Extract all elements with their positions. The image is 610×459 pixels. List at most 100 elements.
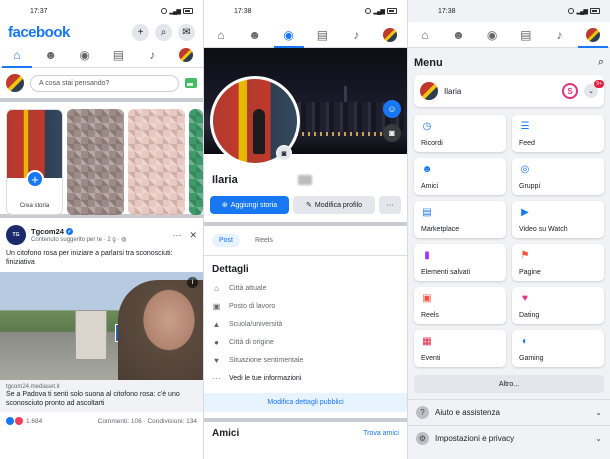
post-stats: 1.684 Commenti: 106 · Condivisioni: 134 <box>0 412 203 430</box>
feed-icon: ☰ <box>520 120 530 132</box>
avatar-edit-icon[interactable]: ☺ <box>383 100 401 118</box>
bookmark-icon: ▮ <box>424 249 430 261</box>
story-card[interactable] <box>189 109 203 215</box>
menu-tile-ricordi[interactable]: ◷ Ricordi <box>414 115 506 152</box>
avatar[interactable] <box>6 74 24 92</box>
close-icon[interactable]: ✕ <box>189 230 197 241</box>
detail-school[interactable]: ▲ Scuola/università <box>204 315 407 333</box>
create-story-label: Crea storia <box>19 203 50 209</box>
edit-profile-button[interactable]: ✎ Modifica profilo <box>293 196 375 214</box>
menu-nav-icon[interactable] <box>578 25 609 48</box>
plus-icon: + <box>26 170 44 188</box>
verified-icon: ✓ <box>65 228 73 235</box>
chevron-down-icon[interactable]: ⌄ 9+ <box>584 80 604 98</box>
add-story-button[interactable]: ⊕ Aggiungi storia <box>210 196 289 214</box>
profile-nav-icon[interactable]: ◉ <box>273 25 304 48</box>
menu-tile-reels[interactable]: ▣ Reels <box>414 287 506 324</box>
menu-tile-feed[interactable]: ☰ Feed <box>512 115 604 152</box>
friends-title: Amici <box>212 428 240 439</box>
marketplace-nav-icon[interactable]: ▤ <box>311 25 333 45</box>
profile-actions: ⊕ Aggiungi storia ✎ Modifica profilo ··· <box>204 192 407 226</box>
signal-icon: ▂▄▆ <box>169 8 182 15</box>
menu-tile-gaming[interactable]: ◐ Gaming <box>512 330 604 367</box>
s-badge-icon[interactable]: S <box>562 83 578 99</box>
more-button[interactable]: Altro... <box>414 375 604 393</box>
menu-tile-pages[interactable]: ⚑ Pagine <box>512 244 604 281</box>
post-composer: A cosa stai pensando? <box>0 68 203 102</box>
facebook-logo: facebook <box>8 23 70 41</box>
profile-nav-icon[interactable]: ◉ <box>481 25 503 45</box>
notifications-icon[interactable]: ♪ <box>141 45 163 65</box>
tgcom24-logo[interactable]: TG <box>6 225 26 245</box>
menu-tile-video[interactable]: ▶ Video su Watch <box>512 201 604 238</box>
comments-count[interactable]: Commenti: 106 <box>98 418 142 425</box>
notifications-icon[interactable]: ♪ <box>345 25 367 45</box>
find-friends-link[interactable]: Trova amici <box>363 430 399 437</box>
love-reaction-icon <box>15 417 23 426</box>
create-story-card[interactable]: + Crea storia <box>6 109 63 215</box>
post-image[interactable]: 5 i <box>0 272 203 381</box>
menu-tile-saved[interactable]: ▮ Elementi salvati <box>414 244 506 281</box>
flag-icon: ⚑ <box>520 249 530 261</box>
menu-nav-icon[interactable] <box>379 25 401 45</box>
link-title: Se a Padova ti senti solo suona al citof… <box>6 391 180 408</box>
detail-current-city[interactable]: ⌂ Città attuale <box>204 279 407 297</box>
help-section[interactable]: ? Aiuto e assistenza ⌄ <box>408 399 610 425</box>
profile-name: Ilaria <box>212 174 238 186</box>
composer-input[interactable]: A cosa stai pensando? <box>30 74 179 92</box>
home-icon[interactable]: ⌂ <box>414 25 436 45</box>
groups-nav-icon[interactable]: ☻ <box>447 25 469 45</box>
signal-icon: ▂▄▆ <box>373 8 386 15</box>
tab-posts[interactable]: Post <box>212 234 241 247</box>
detail-workplace[interactable]: ▣ Posto di lavoro <box>204 297 407 315</box>
detail-relationship[interactable]: ♥ Situazione sentimentale <box>204 351 407 369</box>
pencil-icon: ✎ <box>306 202 312 209</box>
reels-icon: ▣ <box>422 292 432 304</box>
see-info-link[interactable]: ··· Vedi le tue informazioni <box>204 369 407 387</box>
groups-nav-icon[interactable]: ☻ <box>244 25 266 45</box>
settings-section[interactable]: ⚙ Impostazioni e privacy ⌄ <box>408 425 610 451</box>
signal-icon: ▂▄▆ <box>576 8 589 15</box>
chevron-down-icon: ⌄ <box>595 408 602 417</box>
avatar <box>586 27 601 42</box>
location-icon: ● <box>214 337 219 347</box>
profile-shortcut[interactable]: Ilaria S ⌄ 9+ <box>414 75 604 107</box>
story-card[interactable] <box>128 109 185 215</box>
edit-public-details-button[interactable]: Modifica dettagli pubblici <box>204 393 407 412</box>
profile-nav-icon[interactable]: ◉ <box>74 45 96 65</box>
home-icon[interactable]: ⌂ <box>210 25 232 45</box>
post-text: Un citofono rosa per iniziare a parlarsi… <box>6 250 173 267</box>
search-icon[interactable]: ⌕ <box>155 23 172 41</box>
notifications-icon[interactable]: ♪ <box>548 25 570 45</box>
menu-nav-icon[interactable] <box>175 45 197 65</box>
search-icon[interactable]: ⌕ <box>598 56 604 69</box>
menu-tile-gruppi[interactable]: ◎ Gruppi <box>512 158 604 195</box>
story-card[interactable] <box>67 109 124 215</box>
link-preview[interactable]: tgcom24.mediaset.it Se a Padova ti senti… <box>0 380 203 413</box>
camera-icon[interactable]: ◙ <box>383 124 401 142</box>
marketplace-nav-icon[interactable]: ▤ <box>515 25 537 45</box>
store-icon: ▤ <box>422 206 432 218</box>
photo-icon[interactable] <box>185 78 197 88</box>
status-bar: 17:38 ▂▄▆ <box>204 0 407 22</box>
menu-tile-dating[interactable]: ♥ Dating <box>512 287 604 324</box>
more-button[interactable]: ··· <box>379 196 401 214</box>
status-bar: 17:37 ▂▄▆ <box>0 0 203 22</box>
home-icon[interactable]: ⌂ <box>1 45 32 68</box>
menu-tile-marketplace[interactable]: ▤ Marketplace <box>414 201 506 238</box>
messenger-icon[interactable]: ✉ <box>178 23 195 41</box>
create-icon[interactable]: + <box>132 23 149 41</box>
menu-tile-amici[interactable]: ☻ Amici <box>414 158 506 195</box>
status-time: 17:38 <box>234 7 252 15</box>
marketplace-nav-icon[interactable]: ▤ <box>107 45 129 65</box>
tab-reels[interactable]: Reels <box>248 234 280 247</box>
camera-icon[interactable]: ◙ <box>276 145 292 161</box>
avatar <box>383 27 398 42</box>
briefcase-icon: ▣ <box>212 301 221 311</box>
detail-hometown[interactable]: ● Città di origine <box>204 333 407 351</box>
shares-count[interactable]: Condivisioni: 134 <box>147 418 197 425</box>
more-icon[interactable]: ··· <box>172 230 181 241</box>
menu-tile-events[interactable]: ▦ Eventi <box>414 330 506 367</box>
groups-nav-icon[interactable]: ☻ <box>40 45 62 65</box>
post-author[interactable]: Tgcom24 <box>31 227 64 236</box>
